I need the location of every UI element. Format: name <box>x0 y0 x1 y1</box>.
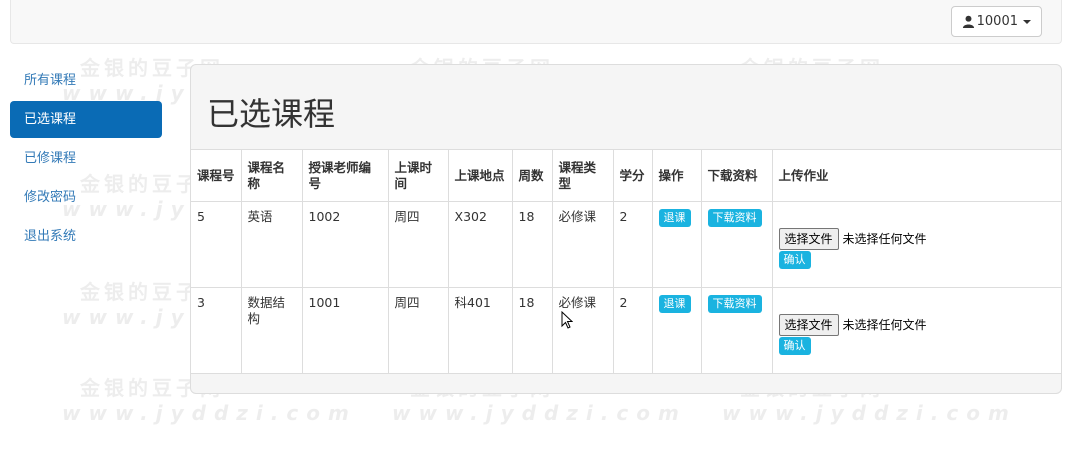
confirm-upload-button[interactable]: 确认 <box>778 251 811 269</box>
course-type-cell: 必修课 <box>551 201 614 288</box>
column-header: 上课地点 <box>447 149 513 202</box>
upload-form: 选择文件 未选择任何文件 确认 <box>778 314 1056 355</box>
credit-cell: 2 <box>612 201 653 288</box>
course-name-cell: 数据结构 <box>240 287 303 374</box>
sidebar-item-logout[interactable]: 退出系统 <box>10 218 162 255</box>
class-time-cell: 周四 <box>387 287 449 374</box>
table-header-row: 课程号 课程名称 授课老师编号 上课时间 上课地点 周数 课程类型 学分 操作 … <box>191 149 1061 202</box>
action-cell: 退课 <box>651 287 702 374</box>
upload-cell: 选择文件 未选择任何文件 确认 <box>771 287 1061 374</box>
column-header: 上传作业 <box>771 149 1061 202</box>
column-header: 授课老师编号 <box>301 149 389 202</box>
column-header: 学分 <box>612 149 653 202</box>
page-title: 已选课程 <box>207 95 336 133</box>
teacher-id-cell: 1001 <box>301 287 389 374</box>
caret-down-icon <box>1023 19 1031 24</box>
column-header: 下载资料 <box>700 149 773 202</box>
user-icon <box>962 15 974 28</box>
action-cell: 退课 <box>651 201 702 288</box>
upload-cell: 选择文件 未选择任何文件 确认 <box>771 201 1061 288</box>
file-status-text: 未选择任何文件 <box>842 232 927 246</box>
sidebar-item-change-password[interactable]: 修改密码 <box>10 179 162 216</box>
teacher-id-cell: 1002 <box>301 201 389 288</box>
file-input: 选择文件 未选择任何文件 <box>778 228 1056 250</box>
sidebar-item-completed-courses[interactable]: 已修课程 <box>10 140 162 177</box>
upload-form: 选择文件 未选择任何文件 确认 <box>778 228 1056 269</box>
column-header: 上课时间 <box>387 149 449 202</box>
courses-table: 课程号 课程名称 授课老师编号 上课时间 上课地点 周数 课程类型 学分 操作 … <box>191 149 1061 374</box>
class-time-cell: 周四 <box>387 201 449 288</box>
weeks-cell: 18 <box>511 287 553 374</box>
panel-body: 课程号 课程名称 授课老师编号 上课时间 上课地点 周数 课程类型 学分 操作 … <box>191 149 1061 374</box>
course-id-cell: 5 <box>191 201 242 288</box>
sidebar: 所有课程 已选课程 已修课程 修改密码 退出系统 <box>10 62 162 257</box>
weeks-cell: 18 <box>511 201 553 288</box>
file-input: 选择文件 未选择任何文件 <box>778 314 1056 336</box>
download-materials-button[interactable]: 下载资料 <box>707 209 762 227</box>
download-cell: 下载资料 <box>700 287 773 374</box>
top-navbar: 10001 <box>10 0 1062 44</box>
choose-file-button[interactable]: 选择文件 <box>778 228 839 250</box>
column-header: 课程名称 <box>240 149 303 202</box>
file-status-text: 未选择任何文件 <box>842 318 927 332</box>
credit-cell: 2 <box>612 287 653 374</box>
choose-file-button[interactable]: 选择文件 <box>778 314 839 336</box>
column-header: 课程类型 <box>551 149 614 202</box>
selected-courses-panel: 已选课程 课程号 课程名称 授课老师编号 上课时间 上课地点 周数 课程类型 学… <box>190 64 1062 394</box>
table-row: 3 数据结构 1001 周四 科401 18 必修课 2 退课 下载资料 选择文… <box>191 287 1061 374</box>
column-header: 课程号 <box>191 149 242 202</box>
download-cell: 下载资料 <box>700 201 773 288</box>
course-id-cell: 3 <box>191 287 242 374</box>
class-place-cell: 科401 <box>447 287 513 374</box>
column-header: 操作 <box>651 149 702 202</box>
drop-course-button[interactable]: 退课 <box>658 295 691 313</box>
download-materials-button[interactable]: 下载资料 <box>707 295 762 313</box>
user-menu-button[interactable]: 10001 <box>950 6 1042 37</box>
column-header: 周数 <box>511 149 553 202</box>
user-id-label: 10001 <box>976 14 1018 29</box>
course-type-cell: 必修课 <box>551 287 614 374</box>
drop-course-button[interactable]: 退课 <box>658 209 691 227</box>
class-place-cell: X302 <box>447 201 513 288</box>
confirm-upload-button[interactable]: 确认 <box>778 337 811 355</box>
table-row: 5 英语 1002 周四 X302 18 必修课 2 退课 下载资料 选择文件 <box>191 201 1061 288</box>
course-name-cell: 英语 <box>240 201 303 288</box>
sidebar-item-all-courses[interactable]: 所有课程 <box>10 62 162 99</box>
sidebar-item-selected-courses[interactable]: 已选课程 <box>10 101 162 138</box>
